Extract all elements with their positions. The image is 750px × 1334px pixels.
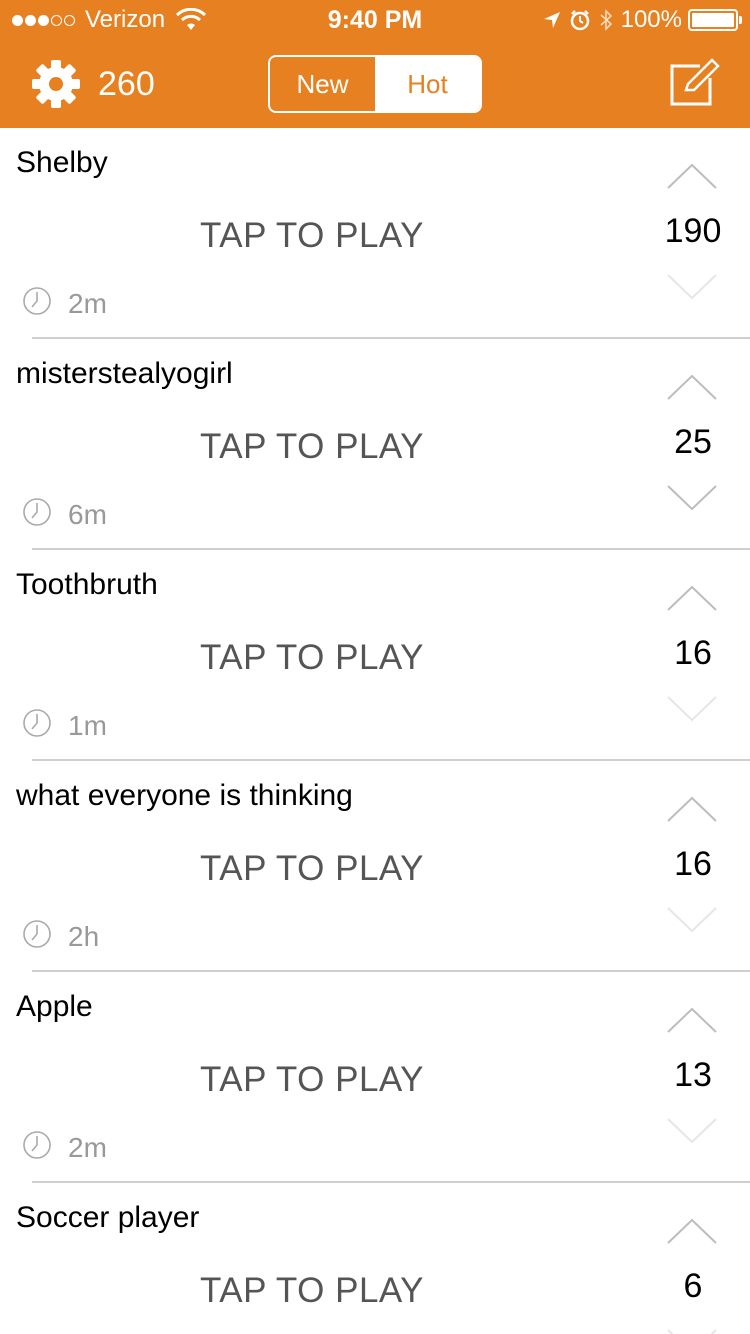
item-title: Shelby [16,146,108,179]
list-item[interactable]: what everyone is thinking TAP TO PLAY 2h… [0,761,750,972]
downvote-chevron-icon[interactable] [666,1328,718,1334]
feed-toggle: New Hot [268,55,482,113]
list-item[interactable]: Toothbruth TAP TO PLAY 1m 16 [0,550,750,761]
item-title: Apple [16,990,93,1023]
upvote-chevron-icon[interactable] [666,584,718,612]
vote-count: 6 [683,1267,703,1305]
clock-icon [23,1131,51,1159]
tap-to-play-button[interactable]: TAP TO PLAY [200,638,424,678]
location-arrow-icon [543,12,560,28]
tab-new[interactable]: New [270,57,375,111]
tap-to-play-button[interactable]: TAP TO PLAY [200,849,424,889]
item-age: 2m [68,1132,107,1163]
upvote-chevron-icon[interactable] [666,373,718,401]
battery-icon [688,9,742,31]
gear-icon[interactable] [30,58,82,110]
upvote-chevron-icon[interactable] [666,1006,718,1034]
vote-count: 190 [664,212,722,250]
item-age: 1m [68,710,107,741]
list-item[interactable]: Soccer player TAP TO PLAY 6 [0,1183,750,1334]
item-title: misterstealyogirl [16,357,233,390]
item-age: 6m [68,499,107,530]
downvote-chevron-icon[interactable] [666,695,718,723]
status-bar: Verizon 9:40 PM 100% [0,0,750,40]
compose-icon[interactable] [668,58,722,108]
vote-count: 13 [674,1056,712,1094]
item-age: 2m [68,288,107,319]
downvote-chevron-icon[interactable] [666,273,718,301]
downvote-chevron-icon[interactable] [666,484,718,512]
tap-to-play-button[interactable]: TAP TO PLAY [200,427,424,467]
top-bar: Verizon 9:40 PM 100% 260 New Hot [0,0,750,128]
list-item[interactable]: Apple TAP TO PLAY 2m 13 [0,972,750,1183]
vote-count: 25 [674,423,712,461]
upvote-chevron-icon[interactable] [666,162,718,190]
item-age: 2h [68,921,100,952]
clock-icon [23,498,51,526]
clock-icon [23,709,51,737]
tap-to-play-button[interactable]: TAP TO PLAY [200,1060,424,1100]
bluetooth-icon [600,9,612,31]
item-title: what everyone is thinking [16,779,353,812]
alarm-icon [570,10,589,31]
tap-to-play-button[interactable]: TAP TO PLAY [200,1271,424,1311]
clock-icon [23,920,51,948]
downvote-chevron-icon[interactable] [666,1117,718,1145]
list-item[interactable]: misterstealyogirl TAP TO PLAY 6m 25 [0,339,750,550]
battery-percent: 100% [620,6,682,33]
item-title: Toothbruth [16,568,158,601]
score-count: 260 [98,65,155,103]
downvote-chevron-icon[interactable] [666,906,718,934]
tap-to-play-button[interactable]: TAP TO PLAY [200,216,424,256]
clock-icon [23,287,51,315]
vote-count: 16 [674,845,712,883]
list-item[interactable]: Shelby TAP TO PLAY 2m 190 [0,128,750,339]
upvote-chevron-icon[interactable] [666,795,718,823]
upvote-chevron-icon[interactable] [666,1217,718,1245]
item-title: Soccer player [16,1201,200,1234]
tab-hot[interactable]: Hot [375,57,480,111]
vote-count: 16 [674,634,712,672]
